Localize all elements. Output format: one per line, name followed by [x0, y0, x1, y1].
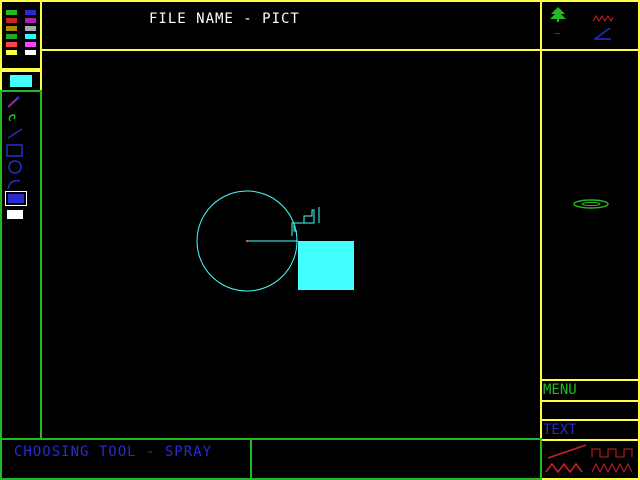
palette-swatch[interactable] — [25, 42, 36, 47]
side-preview-panel — [540, 49, 640, 381]
tool-panel — [0, 90, 42, 440]
tree-icon[interactable] — [548, 6, 568, 22]
dash-icon[interactable] — [554, 32, 562, 36]
palette-swatch[interactable] — [25, 18, 36, 23]
drawn-staircase — [291, 209, 315, 236]
text-button[interactable]: TEXT — [540, 419, 640, 441]
menu-button[interactable]: MENU — [540, 379, 640, 402]
zigzag-icon[interactable] — [592, 8, 614, 23]
spray-pattern-icon — [572, 195, 610, 209]
brush-tool-icon[interactable] — [6, 109, 22, 122]
palette-swatch[interactable] — [6, 50, 17, 55]
status-bar: CHOOSING TOOL - SPRAY — [0, 438, 252, 480]
spray-tool-icon[interactable] — [6, 94, 22, 108]
rectangle-tool-icon[interactable] — [6, 143, 24, 157]
status-bar-secondary — [250, 438, 542, 480]
drawing-canvas[interactable] — [42, 51, 540, 439]
status-message: CHOOSING TOOL - SPRAY — [14, 444, 213, 460]
filled-rectangle-tool-icon[interactable] — [5, 191, 27, 206]
palette-swatch[interactable] — [6, 42, 17, 47]
current-color-box — [0, 70, 42, 92]
palette-swatch[interactable] — [25, 26, 36, 31]
blank-option-box[interactable] — [540, 400, 640, 421]
waveform-box[interactable] — [540, 439, 640, 480]
palette-swatch[interactable] — [25, 50, 36, 55]
circle-tool-icon[interactable] — [6, 159, 24, 175]
options-panel — [540, 0, 640, 51]
text-label: TEXT — [543, 422, 577, 438]
current-color-swatch[interactable] — [10, 75, 32, 87]
palette-swatch[interactable] — [6, 18, 17, 23]
eraser-tool-icon[interactable] — [7, 210, 23, 219]
waveform-icon — [545, 444, 633, 474]
palette-swatch[interactable] — [6, 34, 17, 39]
angle-icon[interactable] — [592, 26, 612, 40]
canvas-drawing — [196, 190, 354, 292]
color-palette — [0, 0, 42, 70]
file-name-title: FILE NAME - PICT — [149, 11, 300, 27]
center-point — [246, 240, 248, 242]
palette-swatch[interactable] — [6, 10, 17, 15]
palette-swatch[interactable] — [25, 10, 36, 15]
menu-label: MENU — [543, 382, 577, 398]
curve-tool-icon[interactable] — [6, 176, 24, 190]
title-bar: FILE NAME - PICT — [40, 0, 542, 51]
palette-swatch[interactable] — [25, 34, 36, 39]
palette-swatch[interactable] — [6, 26, 17, 31]
drawn-filled-rectangle — [298, 241, 354, 290]
line-tool-icon[interactable] — [6, 124, 24, 139]
